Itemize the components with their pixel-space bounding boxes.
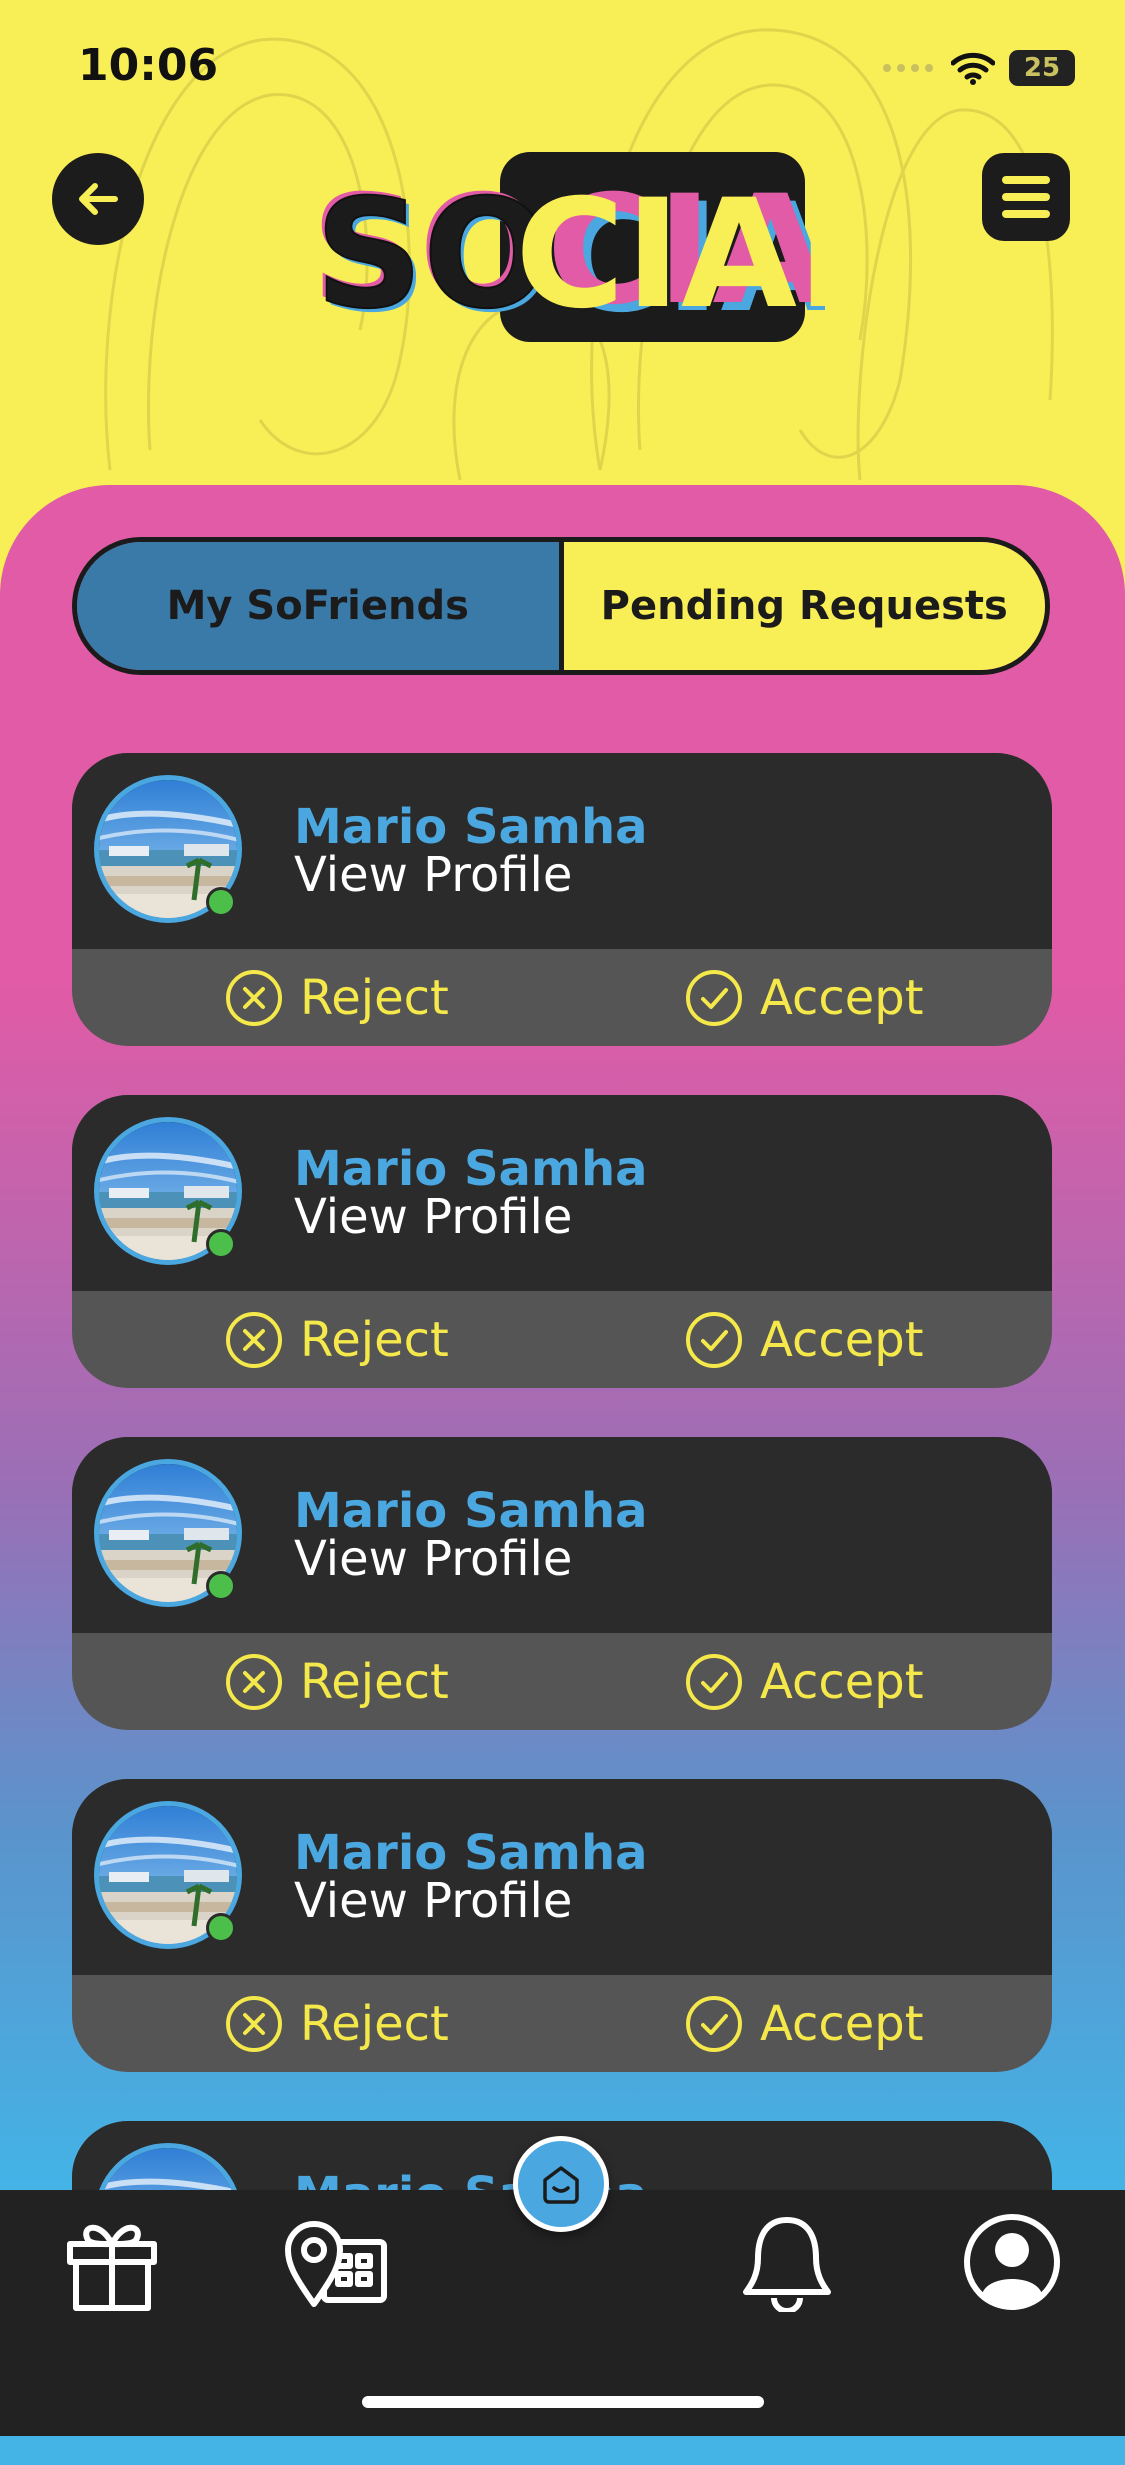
view-profile-link[interactable]: View Profile <box>294 1189 572 1245</box>
request-card: Mario Samha View Profile Reject Accept <box>72 753 1052 1046</box>
tab-my-sofriends[interactable]: My SoFriends <box>77 542 564 670</box>
reject-icon <box>226 1653 282 1710</box>
reject-icon <box>226 1311 282 1368</box>
reject-label: Reject <box>300 969 449 1026</box>
reject-button[interactable]: Reject <box>224 949 449 1046</box>
reject-button[interactable]: Reject <box>224 1975 449 2072</box>
view-profile-link[interactable]: View Profile <box>294 1531 572 1587</box>
back-button[interactable] <box>52 153 144 245</box>
menu-button[interactable] <box>982 153 1070 241</box>
accept-button[interactable]: Accept <box>684 1291 924 1388</box>
signal-dots-icon <box>883 64 933 72</box>
accept-icon <box>686 1653 742 1710</box>
map-location-icon[interactable] <box>284 2212 390 2312</box>
accept-icon <box>686 1995 742 2052</box>
arrow-left-icon <box>79 183 118 215</box>
home-button[interactable] <box>513 2136 609 2232</box>
accept-label: Accept <box>760 1311 924 1368</box>
accept-button[interactable]: Accept <box>684 949 924 1046</box>
request-card-header: Mario Samha View Profile <box>72 1095 1052 1291</box>
online-status-dot <box>206 1229 236 1259</box>
home-icon <box>543 2166 579 2204</box>
accept-icon <box>686 969 742 1026</box>
bell-icon[interactable] <box>740 2212 834 2312</box>
friends-tabs: My SoFriends Pending Requests <box>72 537 1050 675</box>
accept-button[interactable]: Accept <box>684 1633 924 1730</box>
status-time: 10:06 <box>78 40 219 91</box>
accept-label: Accept <box>760 1653 924 1710</box>
status-icons: 25 <box>881 48 1075 88</box>
tab-pending-requests[interactable]: Pending Requests <box>563 542 1045 670</box>
social-logo: SOCIAL SOCIAL SO CIAL <box>311 152 825 346</box>
accept-label: Accept <box>760 969 924 1026</box>
online-status-dot <box>206 1913 236 1943</box>
gift-icon[interactable] <box>62 2212 162 2312</box>
reject-button[interactable]: Reject <box>224 1291 449 1388</box>
wifi-icon <box>951 52 995 85</box>
reject-icon <box>226 969 282 1026</box>
request-card: Mario Samha View Profile Reject Accept <box>72 1095 1052 1388</box>
accept-button[interactable]: Accept <box>684 1975 924 2072</box>
reject-label: Reject <box>300 1995 449 2052</box>
home-indicator <box>362 2396 764 2408</box>
accept-label: Accept <box>760 1995 924 2052</box>
request-card: Mario Samha View Profile Reject Accept <box>72 1779 1052 2072</box>
online-status-dot <box>206 1571 236 1601</box>
reject-label: Reject <box>300 1311 449 1368</box>
accept-icon <box>686 1311 742 1368</box>
request-card-header: Mario Samha View Profile <box>72 753 1052 949</box>
reject-label: Reject <box>300 1653 449 1710</box>
view-profile-link[interactable]: View Profile <box>294 847 572 903</box>
request-card-header: Mario Samha View Profile <box>72 1779 1052 1975</box>
online-status-dot <box>206 887 236 917</box>
battery-indicator: 25 <box>1009 50 1075 86</box>
hamburger-menu-icon <box>1002 176 1050 218</box>
reject-icon <box>226 1995 282 2052</box>
profile-icon[interactable] <box>962 2212 1062 2312</box>
request-card: Mario Samha View Profile Reject Accept <box>72 1437 1052 1730</box>
reject-button[interactable]: Reject <box>224 1633 449 1730</box>
request-card-header: Mario Samha View Profile <box>72 1437 1052 1633</box>
logo-text-highlight: CIAL <box>515 168 825 342</box>
view-profile-link[interactable]: View Profile <box>294 1873 572 1929</box>
